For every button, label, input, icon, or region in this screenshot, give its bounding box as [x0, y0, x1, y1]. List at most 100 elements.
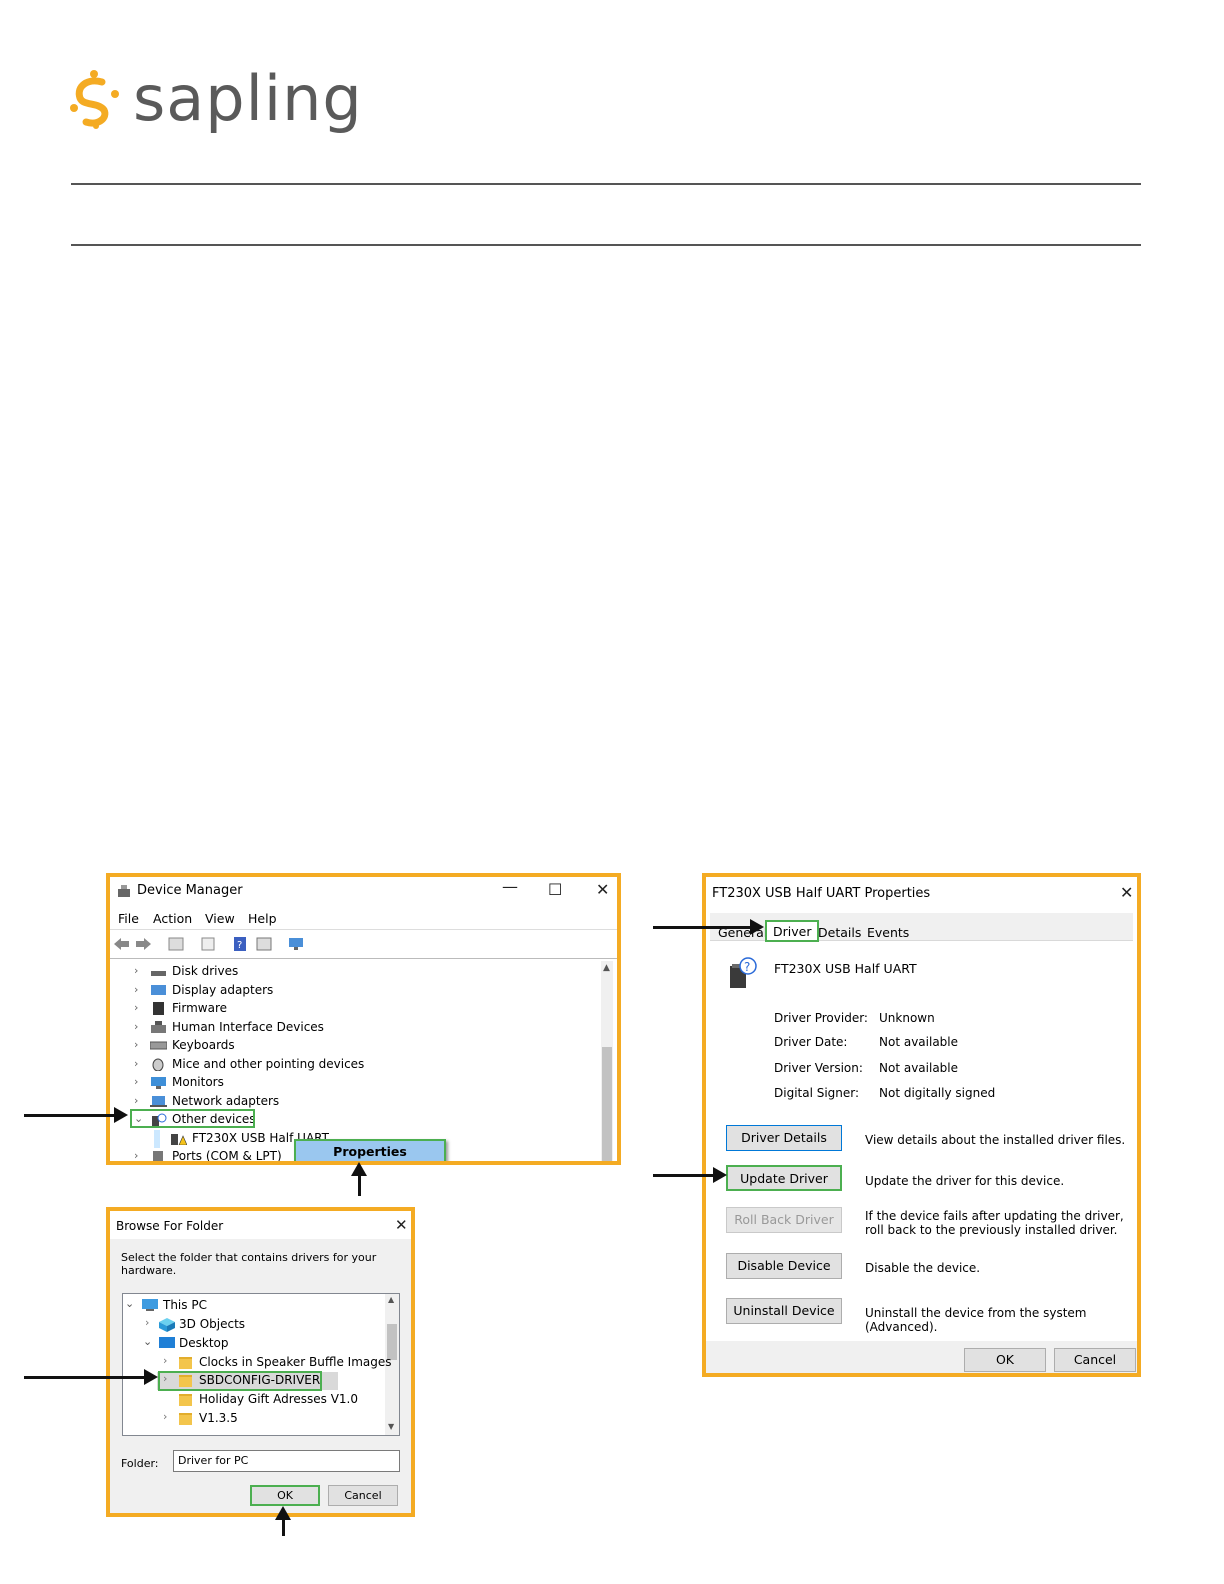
show-hide-console-icon[interactable]	[168, 937, 184, 951]
menu-file[interactable]: File	[118, 911, 139, 926]
folder-label: Folder:	[121, 1457, 159, 1470]
arrow-to-other-devices	[24, 1107, 128, 1123]
properties-dialog: FT230X USB Half UART Properties ✕ Genera…	[702, 873, 1141, 1377]
svg-text:?: ?	[237, 940, 242, 951]
chevron-right-icon[interactable]: ›	[145, 1316, 149, 1329]
sapling-logo-mark-icon	[70, 70, 119, 129]
help-icon[interactable]: ?	[232, 937, 248, 951]
device-manager-window: Device Manager — ☐ ✕ File Action View He…	[106, 873, 621, 1165]
tree-label: Human Interface Devices	[172, 1020, 324, 1034]
driver-provider-label: Driver Provider:	[774, 1011, 868, 1025]
device-manager-title: Device Manager	[137, 883, 243, 898]
update-driver-button[interactable]: Update Driver	[726, 1165, 842, 1191]
hid-icon	[151, 1021, 166, 1033]
menu-action[interactable]: Action	[153, 911, 192, 926]
tree-label: Clocks in Speaker Buffle Images	[199, 1355, 392, 1369]
tab-driver[interactable]: Driver	[765, 920, 820, 942]
properties-titlebar: FT230X USB Half UART Properties ✕	[706, 877, 1137, 905]
scroll-up-icon[interactable]: ▲	[388, 1295, 394, 1304]
monitor-icon	[151, 1077, 166, 1089]
tree-label: V1.3.5	[199, 1411, 238, 1425]
driver-details-button[interactable]: Driver Details	[726, 1125, 842, 1151]
properties-toolbar-icon[interactable]	[200, 937, 216, 951]
cancel-button[interactable]: Cancel	[1054, 1348, 1136, 1372]
uninstall-device-desc: Uninstall the device from the system (Ad…	[865, 1306, 1087, 1334]
back-arrow-icon[interactable]	[114, 937, 130, 951]
tree-label: Firmware	[172, 1001, 227, 1015]
chevron-right-icon[interactable]: ›	[134, 1075, 144, 1088]
ok-button[interactable]: OK	[964, 1348, 1046, 1372]
browse-title: Browse For Folder	[116, 1219, 224, 1233]
close-button[interactable]: ✕	[395, 1216, 408, 1234]
chevron-right-icon[interactable]: ›	[134, 1094, 144, 1107]
ok-button[interactable]: OK	[250, 1485, 320, 1506]
device-name: FT230X USB Half UART	[774, 961, 917, 976]
tree-label: Network adapters	[172, 1094, 280, 1108]
browse-titlebar: Browse For Folder ✕	[110, 1211, 411, 1239]
driver-version-value: Not available	[879, 1061, 959, 1075]
port-icon	[153, 1151, 163, 1161]
close-button[interactable]: ✕	[596, 880, 609, 899]
scroll-down-icon[interactable]: ▼	[388, 1422, 394, 1431]
uninstall-device-button[interactable]: Uninstall Device	[726, 1298, 842, 1324]
tab-details[interactable]: Details	[818, 925, 861, 940]
forward-arrow-icon[interactable]	[135, 937, 151, 951]
properties-footer: OK Cancel	[706, 1341, 1137, 1373]
chevron-right-icon[interactable]: ›	[134, 1020, 144, 1033]
arrow-to-update-driver	[653, 1167, 727, 1183]
tree-label: Ports (COM & LPT)	[172, 1149, 282, 1163]
scan-hardware-icon[interactable]	[288, 937, 304, 951]
chevron-right-icon[interactable]: ›	[134, 964, 144, 977]
tree-label: 3D Objects	[179, 1317, 246, 1331]
folder-icon	[179, 1357, 192, 1369]
browse-folder-dialog: Browse For Folder ✕ Select the folder th…	[106, 1207, 415, 1517]
menu-view[interactable]: View	[205, 911, 235, 926]
scroll-thumb[interactable]	[602, 1047, 612, 1161]
properties-menu-item[interactable]: Properties	[296, 1141, 444, 1161]
device-icon: ?	[730, 957, 757, 988]
driver-details-desc: View details about the installed driver …	[865, 1133, 1126, 1147]
menu-help[interactable]: Help	[248, 911, 277, 926]
driver-date-value: Not available	[879, 1035, 959, 1049]
folder-input[interactable]: Driver for PC	[173, 1450, 400, 1472]
folder-icon	[179, 1394, 192, 1406]
maximize-button[interactable]: ☐	[548, 880, 562, 899]
computer-icon	[142, 1299, 158, 1311]
chevron-right-icon[interactable]: ›	[134, 983, 144, 996]
arrow-to-properties	[351, 1162, 367, 1196]
tree-label: Desktop	[179, 1336, 229, 1350]
chevron-right-icon[interactable]: ›	[134, 1001, 144, 1014]
chevron-down-icon[interactable]: ⌄	[125, 1297, 134, 1310]
roll-back-driver-button[interactable]: Roll Back Driver	[726, 1207, 842, 1233]
chevron-down-icon[interactable]: ⌄	[143, 1335, 152, 1348]
context-menu: Properties	[294, 1139, 446, 1161]
driver-version-label: Driver Version:	[774, 1061, 863, 1075]
chevron-right-icon[interactable]: ›	[163, 1354, 167, 1367]
device-tree-scrollbar[interactable]: ▲	[601, 961, 613, 1161]
sapling-logo-wordmark: sapling	[133, 62, 363, 135]
tab-events[interactable]: Events	[867, 925, 909, 940]
digital-signer-label: Digital Signer:	[774, 1086, 860, 1100]
close-button[interactable]: ✕	[1120, 883, 1133, 902]
properties-title: FT230X USB Half UART Properties	[712, 886, 931, 901]
tree-label: Disk drives	[172, 964, 239, 978]
action-pane-icon[interactable]	[256, 937, 272, 951]
tree-label: Holiday Gift Adresses V1.0	[199, 1392, 358, 1406]
disable-device-desc: Disable the device.	[865, 1261, 981, 1275]
svg-text:?: ?	[744, 960, 750, 974]
chevron-right-icon[interactable]: ›	[134, 1038, 144, 1051]
chevron-right-icon[interactable]: ›	[134, 1057, 144, 1070]
arrow-to-ok	[275, 1506, 291, 1536]
cancel-button[interactable]: Cancel	[328, 1485, 398, 1506]
minimize-button[interactable]: —	[502, 877, 518, 896]
disk-drive-icon	[151, 971, 166, 976]
disable-device-button[interactable]: Disable Device	[726, 1253, 842, 1279]
chevron-right-icon[interactable]: ›	[163, 1410, 167, 1423]
tree-item-ft230x[interactable]: FT230X USB Half UART	[154, 1130, 329, 1148]
chevron-right-icon[interactable]: ›	[134, 1149, 144, 1161]
digital-signer-value: Not digitally signed	[879, 1086, 996, 1100]
keyboard-icon	[150, 1041, 167, 1050]
scroll-up-icon[interactable]: ▲	[603, 963, 610, 973]
warning-device-icon	[171, 1134, 187, 1145]
device-manager-icon	[118, 885, 130, 897]
